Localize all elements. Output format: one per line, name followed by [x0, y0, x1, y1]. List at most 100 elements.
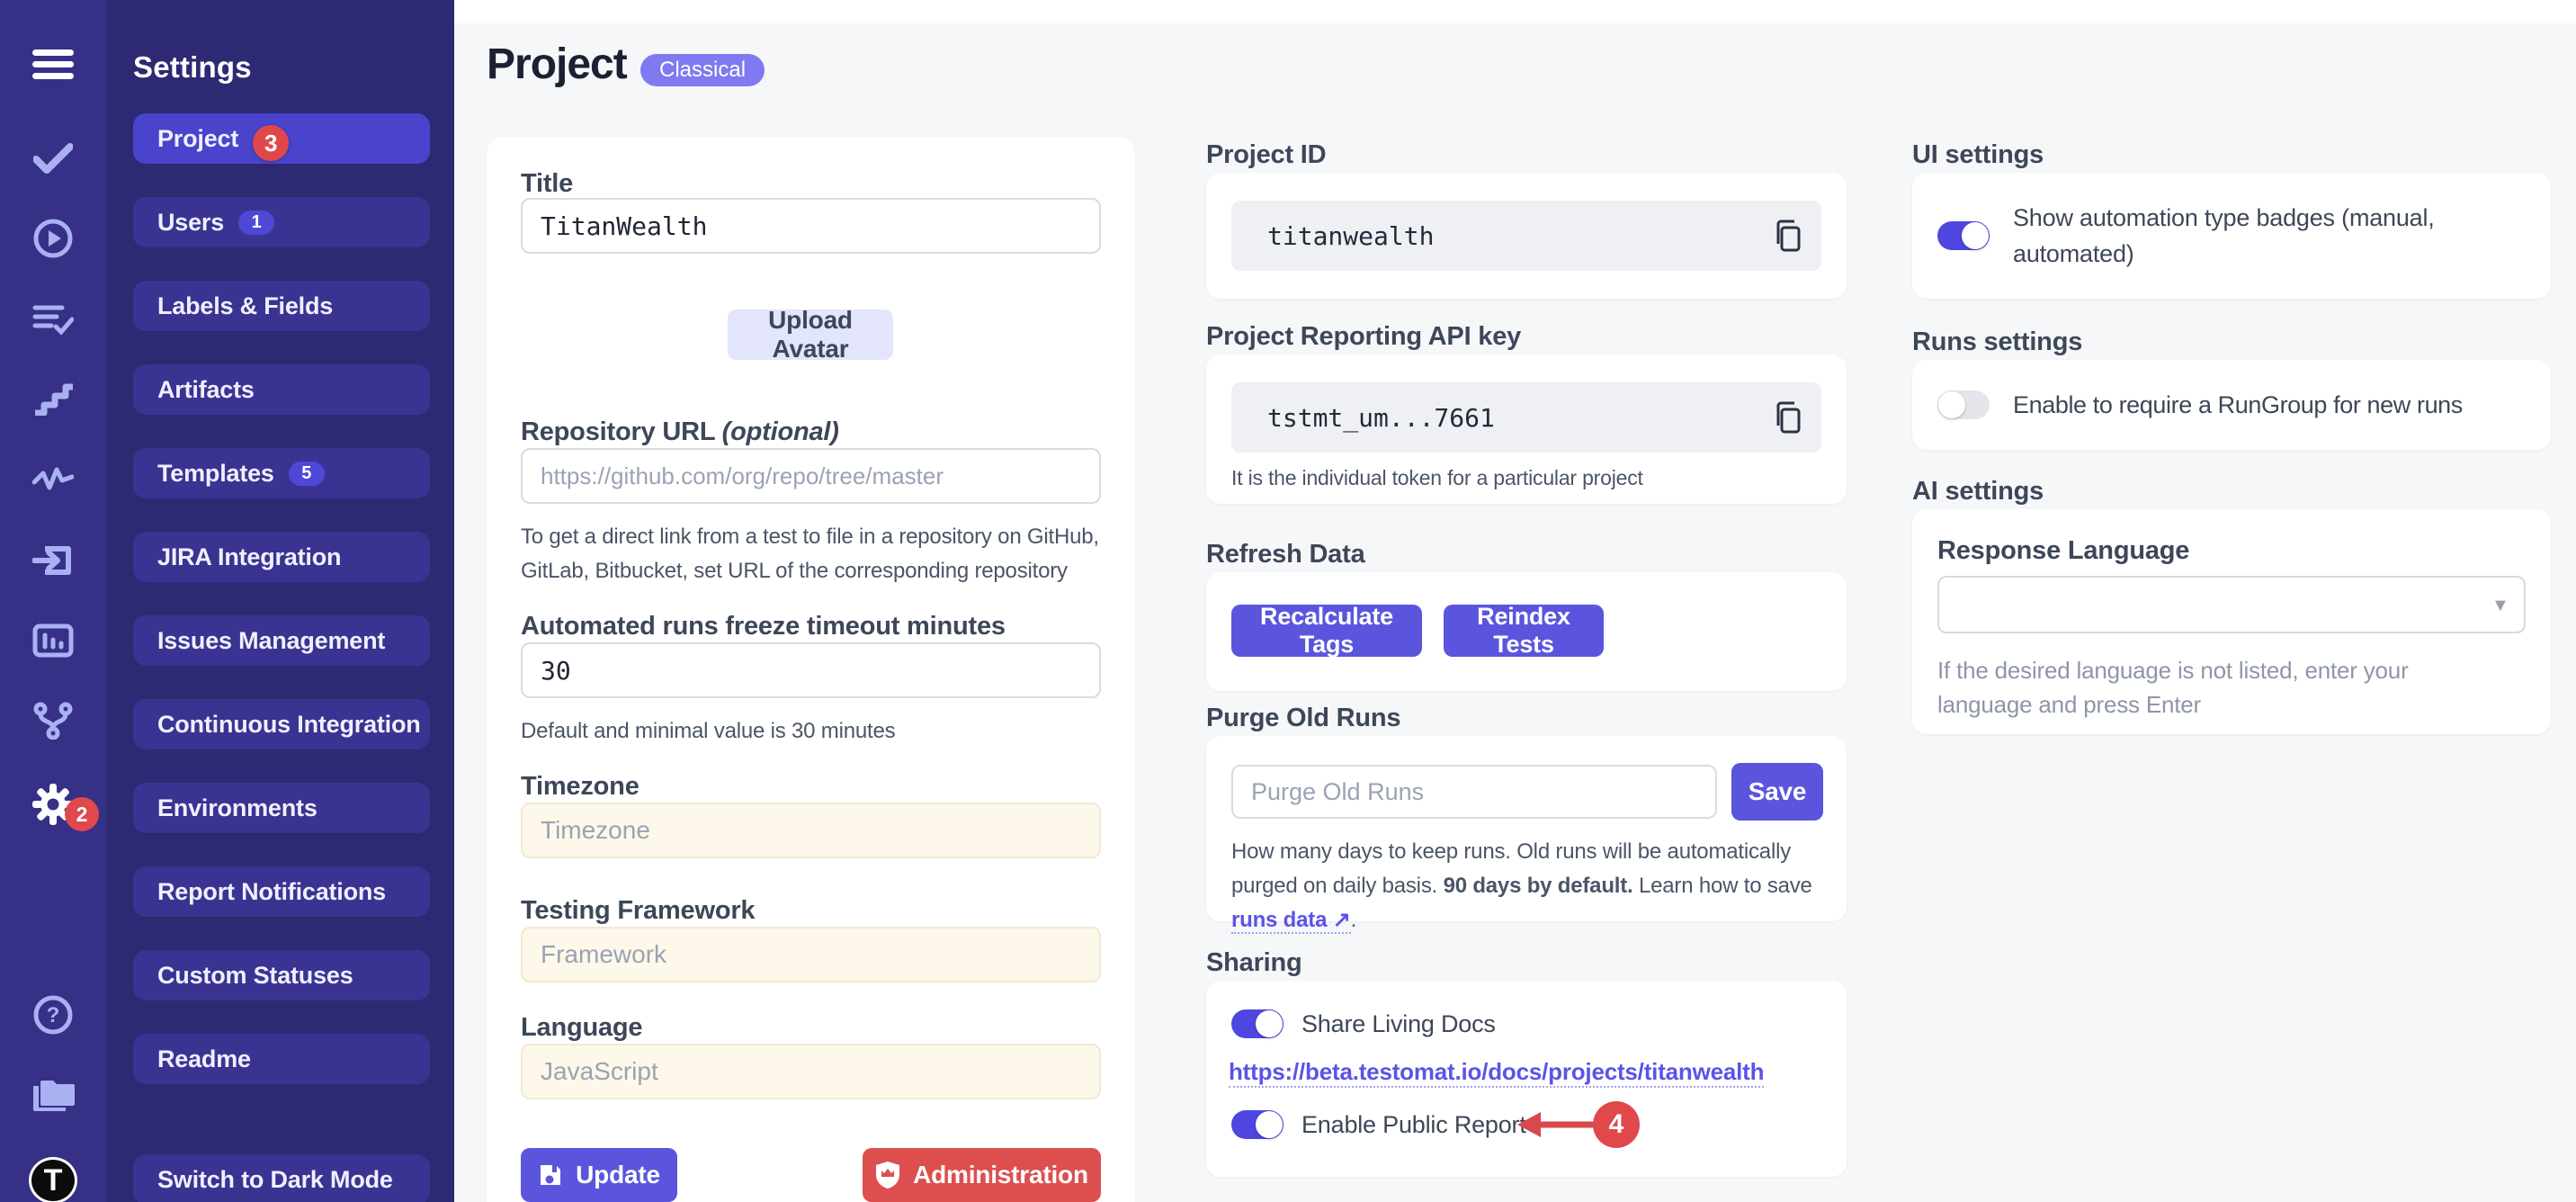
gear-badge: 2 — [65, 797, 99, 831]
sign-in-icon[interactable] — [31, 539, 75, 582]
api-key-box: tstmt_um...7661 — [1231, 382, 1821, 453]
menu-icon[interactable] — [31, 43, 75, 86]
freeze-timeout-input[interactable] — [521, 642, 1101, 698]
optional-hint: (optional) — [722, 417, 839, 446]
api-key-card: tstmt_um...7661 It is the individual tok… — [1206, 354, 1847, 504]
purge-days-input[interactable] — [1231, 765, 1717, 819]
shield-crown-icon — [875, 1161, 900, 1189]
repository-url-input[interactable] — [521, 448, 1101, 504]
main-topbar — [454, 0, 2576, 23]
update-button[interactable]: Update — [521, 1148, 677, 1202]
recalculate-tags-button[interactable]: Recalculate Tags — [1231, 605, 1422, 657]
living-docs-url-link[interactable]: https://beta.testomat.io/docs/projects/t… — [1229, 1058, 1764, 1088]
purge-save-button[interactable]: Save — [1731, 763, 1823, 821]
bar-chart-icon[interactable] — [31, 619, 75, 662]
purge-help-bold: 90 days by default. — [1444, 874, 1633, 898]
sidebar-item-label: Artifacts — [157, 376, 255, 404]
title-input[interactable] — [521, 198, 1101, 254]
copy-icon[interactable] — [1769, 398, 1805, 437]
require-rungroup-toggle[interactable] — [1937, 390, 1990, 419]
sidebar-item-report-notifications[interactable]: Report Notifications — [133, 866, 430, 917]
refresh-data-card: Recalculate Tags Reindex Tests — [1206, 572, 1847, 691]
sidebar-item-label: Templates — [157, 460, 274, 488]
upload-avatar-button[interactable]: Upload Avatar — [728, 309, 893, 360]
sidebar-item-labels-fields[interactable]: Labels & Fields — [133, 281, 430, 331]
ui-settings-card: Show automation type badges (manual, aut… — [1912, 173, 2551, 299]
require-rungroup-label: Enable to require a RunGroup for new run… — [2013, 387, 2533, 423]
api-key-help: It is the individual token for a particu… — [1231, 461, 1643, 495]
sidebar-item-project[interactable]: Project 3 — [133, 113, 430, 164]
sidebar-item-label: Custom Statuses — [157, 962, 353, 990]
page-title: Project — [487, 40, 627, 89]
sidebar-item-label: Readme — [157, 1045, 251, 1073]
sharing-card: Share Living Docs https://beta.testomat.… — [1206, 981, 1847, 1177]
sidebar-item-users[interactable]: Users 1 — [133, 197, 430, 247]
annotation-step-badge: 4 — [1593, 1101, 1640, 1148]
runs-settings-label: Runs settings — [1912, 327, 2082, 357]
administration-button[interactable]: Administration — [863, 1148, 1101, 1202]
steps-icon[interactable] — [31, 378, 75, 421]
templates-count-badge: 5 — [289, 462, 325, 486]
project-annotation-badge: 3 — [253, 125, 289, 161]
share-living-docs-toggle[interactable] — [1231, 1009, 1284, 1038]
folders-icon[interactable] — [31, 1072, 75, 1116]
timezone-input[interactable] — [521, 803, 1101, 858]
sidebar-item-jira-integration[interactable]: JIRA Integration — [133, 532, 430, 582]
sidebar-item-environments[interactable]: Environments — [133, 783, 430, 833]
testing-framework-input[interactable] — [521, 927, 1101, 982]
check-icon[interactable] — [31, 137, 75, 180]
enable-public-report-label: Enable Public Report — [1301, 1107, 1526, 1143]
sidebar-item-label: JIRA Integration — [157, 543, 341, 571]
sidebar-item-issues-management[interactable]: Issues Management — [133, 615, 430, 666]
sidebar-item-label: Switch to Dark Mode — [157, 1166, 393, 1194]
save-floppy-icon — [538, 1162, 563, 1188]
automation-badges-toggle[interactable] — [1937, 221, 1990, 250]
title-field-label: Title — [521, 169, 573, 199]
reindex-tests-button[interactable]: Reindex Tests — [1444, 605, 1604, 657]
response-language-help: If the desired language is not listed, e… — [1937, 653, 2495, 722]
project-id-box: titanwealth — [1231, 201, 1821, 271]
api-key-value: tstmt_um...7661 — [1267, 403, 1495, 433]
project-id-value: titanwealth — [1267, 221, 1434, 251]
sidebar-item-continuous-integration[interactable]: Continuous Integration — [133, 699, 430, 749]
timezone-label: Timezone — [521, 772, 640, 802]
runs-settings-card: Enable to require a RunGroup for new run… — [1912, 360, 2551, 450]
automation-badges-label: Show automation type badges (manual, aut… — [2013, 200, 2481, 272]
help-icon[interactable]: ? — [31, 993, 75, 1036]
ai-settings-card: Response Language ▼ If the desired langu… — [1912, 509, 2551, 734]
svg-text:?: ? — [47, 1003, 60, 1027]
repository-url-label: Repository URL (optional) — [521, 417, 839, 447]
share-living-docs-label: Share Living Docs — [1301, 1006, 1496, 1042]
dark-mode-switch-item[interactable]: Switch to Dark Mode — [133, 1154, 430, 1202]
freeze-timeout-help: Default and minimal value is 30 minutes — [521, 714, 1104, 749]
freeze-timeout-label: Automated runs freeze timeout minutes — [521, 612, 1006, 641]
users-count-badge: 1 — [238, 211, 274, 235]
refresh-data-label: Refresh Data — [1206, 540, 1365, 570]
sidebar-item-templates[interactable]: Templates 5 — [133, 448, 430, 498]
sidebar-item-label: Project — [157, 125, 238, 153]
repository-url-help: To get a direct link from a test to file… — [521, 520, 1104, 588]
response-language-select[interactable] — [1937, 576, 2526, 633]
ai-settings-label: AI settings — [1912, 477, 2044, 507]
runs-data-link[interactable]: runs data ↗ — [1231, 908, 1351, 934]
sharing-label: Sharing — [1206, 948, 1302, 978]
pulse-icon[interactable] — [31, 458, 75, 501]
project-type-badge: Classical — [640, 54, 765, 86]
git-branch-icon[interactable] — [31, 699, 75, 742]
sidebar-item-label: Environments — [157, 794, 318, 822]
language-input[interactable] — [521, 1044, 1101, 1099]
sidebar-item-label: Users — [157, 209, 224, 237]
run-list-icon[interactable] — [31, 298, 75, 341]
sidebar-item-readme[interactable]: Readme — [133, 1034, 430, 1084]
copy-icon[interactable] — [1769, 216, 1805, 256]
testomat-logo[interactable]: T — [29, 1157, 77, 1202]
sidebar-item-label: Labels & Fields — [157, 292, 333, 320]
enable-public-report-toggle[interactable] — [1231, 1110, 1284, 1139]
sidebar-item-artifacts[interactable]: Artifacts — [133, 364, 430, 415]
icon-rail: 2 ? T — [0, 0, 106, 1202]
purge-help: How many days to keep runs. Old runs wil… — [1231, 835, 1823, 937]
sidebar-item-label: Issues Management — [157, 627, 385, 655]
sidebar-item-custom-statuses[interactable]: Custom Statuses — [133, 950, 430, 1000]
play-circle-icon[interactable] — [31, 217, 75, 260]
project-id-card: titanwealth — [1206, 173, 1847, 299]
